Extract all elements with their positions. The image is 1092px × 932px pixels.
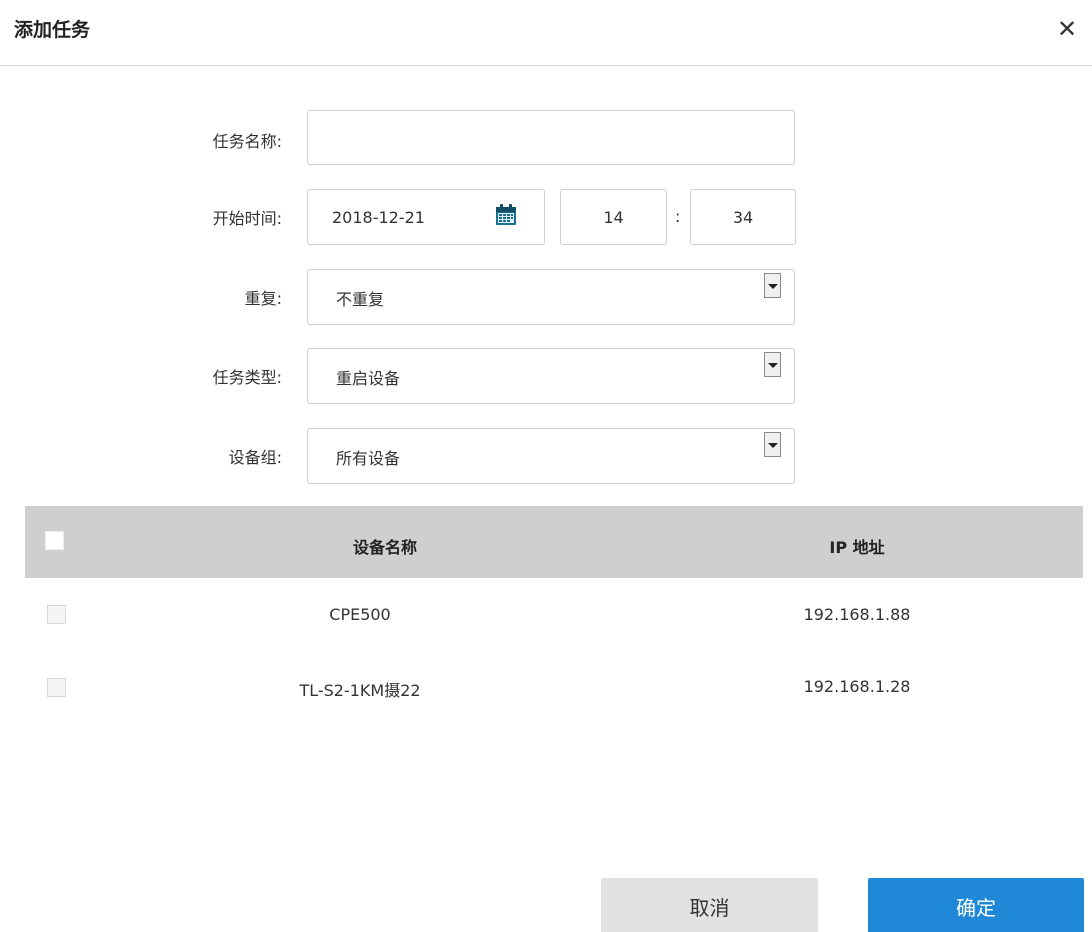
hour-value: 14	[603, 208, 624, 227]
chevron-down-icon[interactable]	[764, 273, 781, 298]
column-header-ip: IP 地址	[829, 538, 885, 557]
device-ip-cell: 192.168.1.88	[803, 605, 911, 624]
device-name-cell: CPE500	[329, 605, 391, 624]
row-checkbox[interactable]	[47, 678, 66, 697]
device-table-header: 设备名称 IP 地址	[25, 506, 1083, 578]
task-type-label: 任务类型:	[212, 368, 282, 387]
task-name-label: 任务名称:	[212, 132, 282, 151]
repeat-value: 不重复	[336, 290, 385, 309]
calendar-icon[interactable]	[495, 204, 517, 226]
date-value: 2018-12-21	[332, 208, 425, 227]
task-type-value: 重启设备	[336, 369, 401, 388]
device-group-select[interactable]: 所有设备	[307, 428, 795, 484]
date-input[interactable]: 2018-12-21	[307, 189, 545, 245]
confirm-button[interactable]: 确定	[868, 878, 1084, 932]
time-separator: :	[675, 207, 681, 226]
close-icon[interactable]: ✕	[1056, 17, 1078, 41]
hour-input[interactable]: 14	[560, 189, 667, 245]
minute-input[interactable]: 34	[690, 189, 796, 245]
dialog-header: 添加任务 ✕	[0, 0, 1092, 66]
start-time-label: 开始时间:	[212, 209, 282, 228]
dialog-title: 添加任务	[14, 19, 91, 41]
chevron-down-icon[interactable]	[764, 352, 781, 377]
device-group-label: 设备组:	[228, 448, 282, 467]
device-ip-cell: 192.168.1.28	[803, 677, 911, 696]
cancel-button[interactable]: 取消	[601, 878, 818, 932]
device-name-cell: TL-S2-1KM摄22	[299, 681, 421, 700]
minute-value: 34	[732, 208, 754, 227]
task-type-select[interactable]: 重启设备	[307, 348, 795, 404]
chevron-down-icon[interactable]	[764, 432, 781, 457]
row-checkbox[interactable]	[47, 605, 66, 624]
column-header-device-name: 设备名称	[352, 538, 417, 557]
device-group-value: 所有设备	[336, 449, 401, 468]
repeat-label: 重复:	[244, 289, 282, 308]
select-all-checkbox[interactable]	[45, 531, 64, 550]
repeat-select[interactable]: 不重复	[307, 269, 795, 325]
task-name-input[interactable]	[307, 110, 795, 165]
